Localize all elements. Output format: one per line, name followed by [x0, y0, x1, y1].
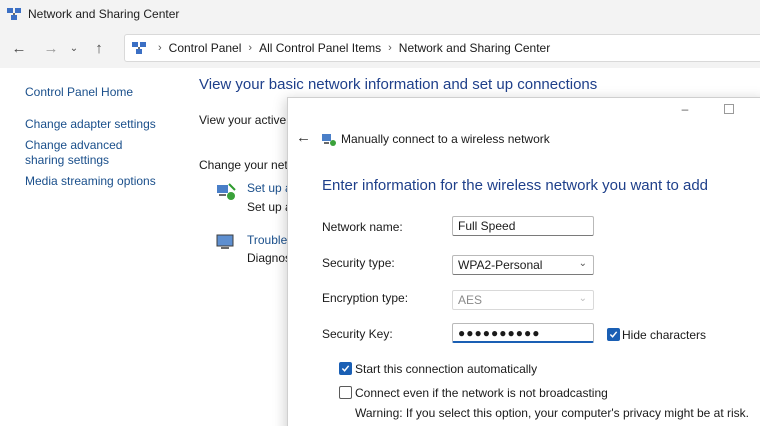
hide-characters-label: Hide characters — [622, 328, 707, 342]
window-title: Network and Sharing Center — [28, 7, 180, 21]
new-connection-icon — [217, 183, 236, 200]
breadcrumb-network-center[interactable]: Network and Sharing Center — [399, 41, 550, 55]
connect-not-broadcasting-label: Connect even if the network is not broad… — [355, 386, 608, 400]
security-key-value: ●●●●●●●●●● — [458, 325, 541, 340]
network-name-label: Network name: — [322, 220, 403, 234]
breadcrumb-control-panel[interactable]: Control Panel — [169, 41, 242, 55]
recent-locations-button[interactable]: ⌄ — [66, 35, 82, 61]
breadcrumb-all-items[interactable]: All Control Panel Items — [259, 41, 381, 55]
security-type-value: WPA2-Personal — [458, 258, 543, 272]
security-key-label: Security Key: — [322, 327, 393, 341]
security-key-input[interactable]: ●●●●●●●●●● — [452, 323, 594, 343]
chevron-right-icon: › — [388, 42, 392, 54]
hide-characters-checkbox[interactable] — [607, 328, 620, 341]
start-automatically-checkbox[interactable] — [339, 362, 352, 375]
setup-connection-desc: Set up a — [247, 200, 292, 214]
sidebar: Control Panel Home Change adapter settin… — [25, 85, 195, 189]
address-bar[interactable]: › Control Panel › All Control Panel Item… — [124, 34, 760, 62]
dialog-back-button[interactable]: ← — [296, 129, 311, 146]
sidebar-item-control-panel-home[interactable]: Control Panel Home — [25, 85, 195, 100]
minimize-icon: – — [681, 102, 689, 116]
chevron-down-icon: ⌄ — [69, 42, 79, 54]
chevron-right-icon: › — [158, 42, 162, 54]
checkmark-icon — [609, 331, 618, 338]
page-title: View your basic network information and … — [199, 76, 598, 93]
maximize-button[interactable] — [724, 104, 734, 114]
manual-connect-dialog: – ← Manually connect to a wireless netwo… — [287, 97, 760, 426]
chevron-down-icon: ⌄ — [578, 293, 587, 304]
privacy-warning-text: Warning: If you select this option, your… — [355, 406, 750, 420]
sidebar-item-media-streaming[interactable]: Media streaming options — [25, 174, 195, 189]
encryption-type-label: Encryption type: — [322, 291, 409, 305]
setup-connection-link[interactable]: Set up a — [247, 181, 292, 195]
wireless-network-icon — [322, 134, 336, 146]
troubleshoot-icon — [216, 234, 234, 249]
checkmark-icon — [341, 365, 350, 372]
start-automatically-label: Start this connection automatically — [355, 362, 538, 376]
encryption-type-select: AES ⌄ — [452, 290, 594, 310]
encryption-type-value: AES — [458, 293, 483, 307]
title-bar: Network and Sharing Center — [0, 0, 760, 28]
dialog-heading: Enter information for the wireless netwo… — [322, 177, 709, 194]
sidebar-item-advanced-sharing[interactable]: Change advanced sharing settings — [25, 138, 155, 168]
back-button[interactable]: ← — [6, 35, 32, 61]
connect-not-broadcasting-checkbox[interactable] — [339, 386, 352, 399]
control-panel-icon — [132, 42, 146, 54]
chevron-down-icon: ⌄ — [578, 258, 587, 269]
network-name-value: Full Speed — [458, 219, 516, 233]
dialog-title: Manually connect to a wireless network — [341, 132, 550, 146]
minimize-button[interactable]: – — [678, 102, 692, 116]
chevron-right-icon: › — [248, 42, 253, 54]
arrow-left-icon: ← — [11, 39, 27, 57]
navigation-bar: ← → ⌄ ↑ › Control Panel › All Control Pa… — [0, 28, 760, 68]
arrow-up-icon: ↑ — [95, 39, 103, 57]
forward-button[interactable]: → — [38, 35, 64, 61]
arrow-right-icon: → — [43, 39, 59, 57]
network-center-icon — [7, 8, 21, 20]
arrow-left-icon: ← — [296, 129, 311, 146]
up-button[interactable]: ↑ — [86, 35, 112, 61]
security-type-label: Security type: — [322, 256, 395, 270]
sidebar-item-adapter-settings[interactable]: Change adapter settings — [25, 117, 195, 132]
network-name-input[interactable]: Full Speed — [452, 216, 594, 236]
security-type-select[interactable]: WPA2-Personal ⌄ — [452, 255, 594, 275]
